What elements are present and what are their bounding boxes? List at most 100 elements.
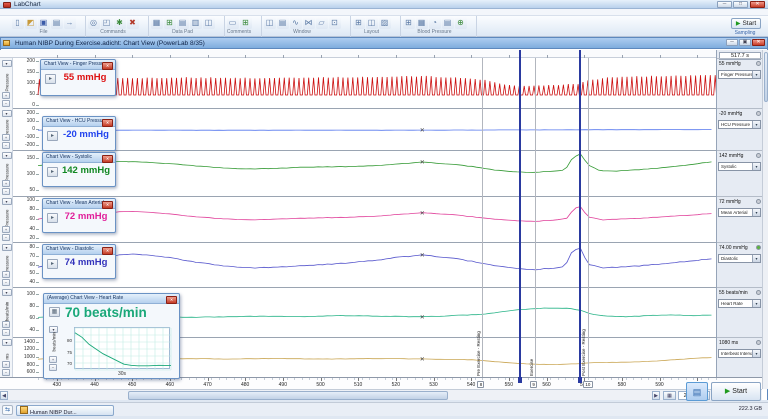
doc-close-icon[interactable]: ✕	[752, 39, 765, 46]
popup-scale-icon[interactable]: ▸	[47, 131, 58, 141]
zoom-in-icon[interactable]: +	[2, 361, 10, 368]
popup-scale-icon[interactable]: ▸	[45, 74, 56, 84]
zoom-out-icon[interactable]: −	[2, 100, 10, 107]
chevron-down-icon[interactable]: ▾	[752, 209, 760, 216]
save-icon[interactable]: ▣	[38, 17, 50, 29]
channel-selector[interactable]: Mean Arterial▾	[718, 208, 761, 217]
chevron-down-icon[interactable]: ▾	[752, 71, 760, 78]
channel-selector[interactable]: Heart Rate▾	[718, 299, 761, 308]
export-icon[interactable]: →	[64, 17, 76, 29]
layout-send-icon[interactable]: ▨	[379, 17, 391, 29]
channel-menu-icon[interactable]: ▾	[2, 60, 12, 67]
zoom-out-icon[interactable]: −	[2, 234, 10, 241]
chevron-down-icon[interactable]: ▾	[752, 300, 760, 307]
scroll-right-icon[interactable]: ▶	[652, 391, 660, 400]
popup-close-icon[interactable]: ✕	[102, 201, 113, 209]
minimize-icon[interactable]: ─	[717, 1, 732, 8]
popup-scale-icon[interactable]: ▸	[47, 259, 58, 269]
xy-view-icon[interactable]: ⋈	[303, 17, 315, 29]
channel-selector[interactable]: Systolic▾	[718, 162, 761, 171]
zoom-out-icon[interactable]: −	[2, 142, 10, 149]
taskbar-document-tab[interactable]: Human NIBP Dur...	[16, 405, 114, 416]
popup-close-icon[interactable]: ✕	[102, 119, 113, 127]
start-button[interactable]: ▶Start	[711, 382, 761, 401]
chevron-down-icon[interactable]: ▾	[752, 121, 760, 128]
heart-rate-popup-title[interactable]: (Average) Chart View - Heart Rate	[44, 294, 179, 304]
bp-settings-icon[interactable]: ⊞	[403, 17, 415, 29]
chevron-down-icon[interactable]: ▾	[752, 163, 760, 170]
channel-menu-icon[interactable]: ▾	[2, 152, 12, 159]
zoom-in-icon[interactable]: +	[2, 92, 10, 99]
popup-chart-view-systolic[interactable]: Chart View - Systolic✕▸142 mmHg	[42, 152, 116, 187]
bp-chart-icon[interactable]: ◔	[429, 17, 441, 29]
chevron-down-icon[interactable]: ▾	[752, 350, 760, 357]
graph-window-icon[interactable]: ▱	[316, 17, 328, 29]
layout-columns-icon[interactable]: ◫	[366, 17, 378, 29]
channel-selector[interactable]: Finger Pressure▾	[718, 70, 761, 79]
horizontal-scrollbar-thumb[interactable]	[128, 391, 448, 400]
delete-comment-icon[interactable]: ✖	[127, 17, 139, 29]
zoom-view-icon[interactable]: ▦	[663, 391, 676, 400]
popup-scale-icon[interactable]: ▸	[47, 213, 58, 223]
doc-restore-icon[interactable]: ▣	[739, 39, 751, 46]
scroll-mode-button[interactable]: ▤	[686, 382, 708, 401]
datapad-add-icon[interactable]: ⊞	[164, 17, 176, 29]
zoom-out-icon[interactable]: −	[2, 369, 10, 376]
chevron-down-icon[interactable]: ▾	[752, 255, 760, 262]
window-switcher-icon[interactable]: ⇆	[2, 405, 13, 415]
zoom-out-icon[interactable]: −	[2, 188, 10, 195]
channel-options-icon[interactable]	[756, 340, 761, 345]
bp-add-icon[interactable]: ⊕	[455, 17, 467, 29]
comment-number-badge[interactable]: 8	[477, 381, 484, 388]
popup-chart-view-finger-pressure[interactable]: Chart View - Finger Pressure✕▸55 mmHg	[40, 59, 116, 96]
new-document-icon[interactable]: ▯	[12, 17, 24, 29]
zoom-in-icon[interactable]: +	[2, 321, 10, 328]
zoom-in-icon[interactable]: +	[2, 226, 10, 233]
popup-chart-view-diastolic[interactable]: Chart View - Diastolic✕▸74 mmHg	[42, 244, 116, 279]
close-icon[interactable]: ✕	[750, 1, 765, 8]
zoom-in-icon[interactable]: +	[2, 271, 10, 278]
comment-add-icon[interactable]: ⊞	[240, 17, 252, 29]
channel-options-icon[interactable]	[756, 245, 761, 250]
datapad-select-icon[interactable]: ▥	[190, 17, 202, 29]
vertical-scrollbar-thumb[interactable]	[764, 52, 768, 102]
print-icon[interactable]: ▤	[51, 17, 63, 29]
datapad-settings-icon[interactable]: ▤	[177, 17, 189, 29]
popup-close-icon[interactable]: ✕	[102, 247, 113, 255]
channel-selector[interactable]: Interbeat Interval▾	[718, 349, 761, 358]
mini-zoom-in-icon[interactable]: +	[49, 356, 57, 363]
zoom-window-icon[interactable]: ▤	[277, 17, 289, 29]
popup-close-icon[interactable]: ✕	[102, 155, 113, 163]
channel-options-icon[interactable]	[756, 111, 761, 116]
channel-options-icon[interactable]	[756, 153, 761, 158]
zoom-in-icon[interactable]: +	[2, 134, 10, 141]
find-icon[interactable]: ◎	[88, 17, 100, 29]
comment-number-badge[interactable]: 10	[583, 381, 593, 388]
zoom-in-icon[interactable]: +	[2, 180, 10, 187]
bp-report-icon[interactable]: ▤	[442, 17, 454, 29]
maximize-icon[interactable]: □	[733, 1, 748, 8]
add-comment-icon[interactable]: ✱	[114, 17, 126, 29]
zoom-out-icon[interactable]: −	[2, 279, 10, 286]
channel-options-icon[interactable]	[756, 61, 761, 66]
start-sampling-button[interactable]: ▶Start	[731, 18, 761, 29]
copy-window-icon[interactable]: ⊡	[329, 17, 341, 29]
popup-scale-icon[interactable]: ▸	[47, 167, 58, 177]
scope-view-icon[interactable]: ∿	[290, 17, 302, 29]
channel-menu-icon[interactable]: ▾	[2, 198, 12, 205]
channel-selector[interactable]: HCU Pressure▾	[718, 120, 761, 129]
open-icon[interactable]: ◩	[25, 17, 37, 29]
channel-menu-icon[interactable]: ▾	[2, 289, 12, 296]
bp-table-icon[interactable]: ▦	[416, 17, 428, 29]
popup-scale-icon[interactable]: ▦	[49, 307, 60, 317]
heart-rate-popup[interactable]: (Average) Chart View - Heart Rate ✕ ▦ 70…	[43, 293, 180, 379]
popup-chart-view-hcu-pressure[interactable]: Chart View - HCU Pressure✕▸-20 mmHg	[42, 116, 116, 151]
datapad-graph-icon[interactable]: ◫	[203, 17, 215, 29]
comments-window-icon[interactable]: ▭	[227, 17, 239, 29]
vertical-scrollbar[interactable]	[762, 50, 768, 389]
mini-zoom-out-icon[interactable]: −	[49, 364, 57, 371]
comment-number-badge[interactable]: 9	[530, 381, 537, 388]
doc-minimize-icon[interactable]: ─	[726, 39, 738, 46]
tile-windows-icon[interactable]: ◫	[264, 17, 276, 29]
layout-grid-icon[interactable]: ⊞	[353, 17, 365, 29]
